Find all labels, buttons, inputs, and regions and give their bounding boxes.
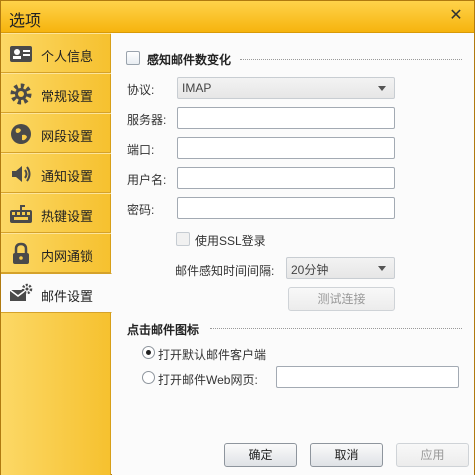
server-input[interactable] bbox=[177, 107, 395, 129]
username-label: 用户名: bbox=[127, 173, 167, 187]
sidebar-item-notification[interactable]: 通知设置 bbox=[1, 153, 111, 193]
interval-value: 20分钟 bbox=[291, 263, 329, 277]
test-connection-button[interactable]: 测试连接 bbox=[288, 287, 395, 311]
interval-label: 邮件感知时间间隔: bbox=[175, 264, 275, 278]
sidebar-item-lock[interactable]: 内网通锁 bbox=[1, 233, 111, 273]
port-label: 端口: bbox=[127, 143, 155, 157]
open-web-radio[interactable] bbox=[142, 371, 155, 384]
protocol-value: IMAP bbox=[182, 81, 212, 95]
click-icon-title: 点击邮件图标 bbox=[127, 323, 200, 337]
password-input[interactable] bbox=[177, 197, 395, 219]
sidebar-item-label: 网段设置 bbox=[41, 129, 94, 144]
server-label: 服务器: bbox=[127, 113, 167, 127]
open-default-client-label: 打开默认邮件客户端 bbox=[158, 348, 267, 362]
ssl-checkbox[interactable] bbox=[176, 232, 190, 246]
speaker-icon bbox=[12, 166, 31, 182]
web-url-input[interactable] bbox=[276, 366, 459, 388]
keyboard-icon bbox=[10, 205, 32, 223]
section-divider bbox=[210, 328, 462, 329]
chevron-down-icon bbox=[378, 266, 386, 271]
id-card-icon bbox=[10, 46, 32, 62]
password-label: 密码: bbox=[127, 203, 155, 217]
mail-gear-icon bbox=[9, 283, 33, 301]
port-input[interactable] bbox=[177, 137, 395, 159]
options-window: 选项 ✕ 个人信息 常规设置 网段设置 通知设置 热键设置 内网通锁 邮件设置 … bbox=[0, 0, 475, 475]
protocol-label: 协议: bbox=[127, 83, 155, 97]
sidebar-item-label: 邮件设置 bbox=[41, 289, 94, 304]
sidebar-item-label: 通知设置 bbox=[41, 169, 94, 184]
sidebar-item-network[interactable]: 网段设置 bbox=[1, 113, 111, 153]
protocol-select[interactable]: IMAP bbox=[177, 77, 395, 99]
interval-select[interactable]: 20分钟 bbox=[286, 257, 395, 279]
globe-icon bbox=[11, 124, 31, 144]
detect-mail-label: 感知邮件数变化 bbox=[147, 53, 232, 67]
detect-mail-checkbox[interactable] bbox=[126, 51, 140, 65]
sidebar-item-label: 内网通锁 bbox=[41, 249, 94, 264]
cancel-button[interactable]: 取消 bbox=[310, 443, 383, 467]
sidebar-item-hotkey[interactable]: 热键设置 bbox=[1, 193, 111, 233]
sidebar-item-label: 个人信息 bbox=[41, 49, 94, 64]
lock-icon bbox=[13, 242, 29, 264]
section-divider bbox=[240, 59, 462, 60]
sidebar-item-personal-info[interactable]: 个人信息 bbox=[1, 33, 111, 73]
apply-button[interactable]: 应用 bbox=[396, 443, 469, 467]
title-bar[interactable]: 选项 ✕ bbox=[1, 1, 474, 33]
ok-button[interactable]: 确定 bbox=[224, 443, 297, 467]
mail-settings-panel: 感知邮件数变化 协议: IMAP 服务器: 端口: 用户名: 密码: 使用SSL… bbox=[112, 33, 474, 475]
open-web-label: 打开邮件Web网页: bbox=[158, 373, 258, 387]
sidebar-item-general[interactable]: 常规设置 bbox=[1, 73, 111, 113]
chevron-down-icon bbox=[378, 86, 386, 91]
sidebar-item-label: 热键设置 bbox=[41, 209, 94, 224]
close-button[interactable]: ✕ bbox=[446, 7, 466, 25]
open-default-client-radio[interactable] bbox=[142, 346, 155, 359]
ssl-label: 使用SSL登录 bbox=[195, 234, 266, 248]
sidebar-item-mail[interactable]: 邮件设置 bbox=[1, 273, 112, 313]
sidebar-item-label: 常规设置 bbox=[41, 89, 94, 104]
username-input[interactable] bbox=[177, 167, 395, 189]
window-title: 选项 bbox=[9, 13, 42, 30]
gear-icon bbox=[10, 83, 32, 105]
sidebar: 个人信息 常规设置 网段设置 通知设置 热键设置 内网通锁 邮件设置 bbox=[1, 33, 112, 475]
